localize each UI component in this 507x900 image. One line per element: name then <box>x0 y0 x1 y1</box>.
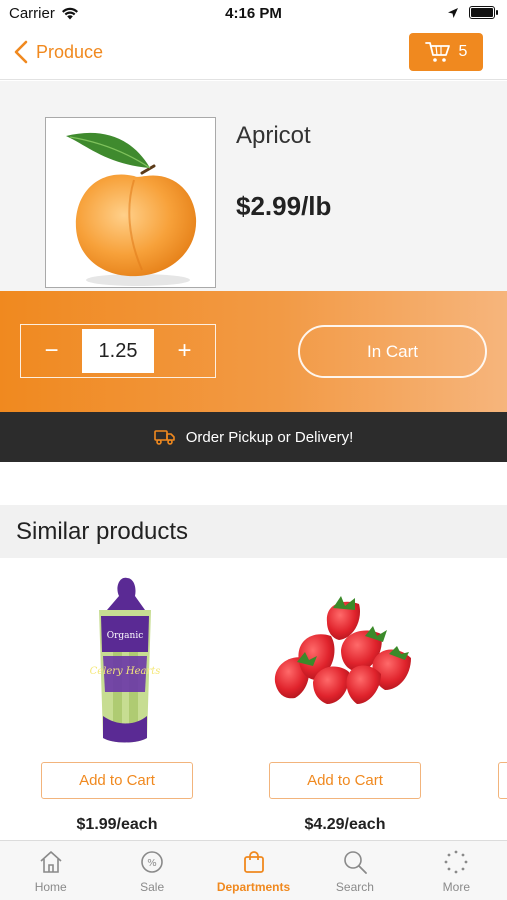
tab-more[interactable]: More <box>406 841 507 900</box>
similar-products-title: Similar products <box>16 518 189 545</box>
tab-label: Departments <box>216 880 291 894</box>
svg-text:%: % <box>147 858 157 869</box>
battery-icon <box>469 6 498 19</box>
product-hero: Apricot $2.99/lb <box>0 81 507 291</box>
product-card-price: $4.29/each <box>304 816 386 833</box>
status-bar: Carrier 4:16 PM <box>0 0 507 28</box>
carrier-label: Carrier <box>9 5 55 22</box>
tab-label: Search <box>335 880 374 894</box>
back-button[interactable]: Produce <box>14 40 103 64</box>
location-icon <box>448 7 458 18</box>
celery-package-title: Celery Hearts <box>90 666 161 677</box>
cart-icon <box>424 42 450 62</box>
tab-bar: Home % Sale Departments Search More <box>0 840 507 900</box>
order-banner-text: Order Pickup or Delivery! <box>185 428 354 446</box>
add-to-cart-button[interactable]: Add to Cart <box>269 762 421 799</box>
similar-products-header: Similar products <box>0 505 507 558</box>
cart-button[interactable]: 5 <box>409 33 483 71</box>
product-card-strawberries[interactable]: Add to Cart $4.29/each <box>269 558 421 840</box>
carrier-info: Carrier <box>9 5 79 22</box>
apricot-image <box>66 132 197 286</box>
shopping-bag-icon <box>243 851 264 873</box>
quantity-stepper: − 1.25 + <box>20 324 216 378</box>
add-to-cart-button[interactable]: Add to Cart <box>41 762 193 799</box>
increase-quantity-button[interactable]: + <box>154 325 215 377</box>
tab-label: Home <box>34 880 67 894</box>
product-image <box>45 117 216 288</box>
back-label: Produce <box>36 41 104 62</box>
percent-icon: % <box>141 851 163 873</box>
more-icon <box>444 850 468 874</box>
quantity-input[interactable]: 1.25 <box>82 329 154 373</box>
celery-hearts-image: Organic Celery Hearts <box>90 577 161 743</box>
next-product-card-button[interactable] <box>498 762 507 799</box>
tab-label: Sale <box>140 880 165 894</box>
product-price: $2.99/lb <box>236 191 332 221</box>
order-pickup-banner[interactable]: Order Pickup or Delivery! <box>0 412 507 462</box>
wifi-icon <box>61 7 78 20</box>
home-icon <box>40 851 62 873</box>
purchase-panel: − 1.25 + In Cart <box>0 291 507 412</box>
navigation-bar: Produce 5 <box>0 28 507 80</box>
tab-search[interactable]: Search <box>304 841 405 900</box>
decrease-quantity-button[interactable]: − <box>21 325 82 377</box>
strawberries-image <box>274 596 411 704</box>
celery-package-label: Organic <box>107 631 144 641</box>
chevron-left-icon <box>14 40 28 64</box>
in-cart-button[interactable]: In Cart <box>298 325 487 378</box>
product-name: Apricot <box>236 122 311 149</box>
tab-label: More <box>442 880 470 894</box>
delivery-truck-icon <box>153 430 175 445</box>
tab-home[interactable]: Home <box>0 841 101 900</box>
similar-products-carousel[interactable]: Organic Celery Hearts Add to Cart $1.99/… <box>0 558 507 840</box>
product-card-celery[interactable]: Organic Celery Hearts Add to Cart $1.99/… <box>41 558 193 840</box>
search-icon <box>344 851 367 874</box>
tab-departments[interactable]: Departments <box>203 841 304 900</box>
tab-sale[interactable]: % Sale <box>101 841 202 900</box>
cart-count: 5 <box>458 43 468 60</box>
product-card-price: $1.99/each <box>76 816 158 833</box>
